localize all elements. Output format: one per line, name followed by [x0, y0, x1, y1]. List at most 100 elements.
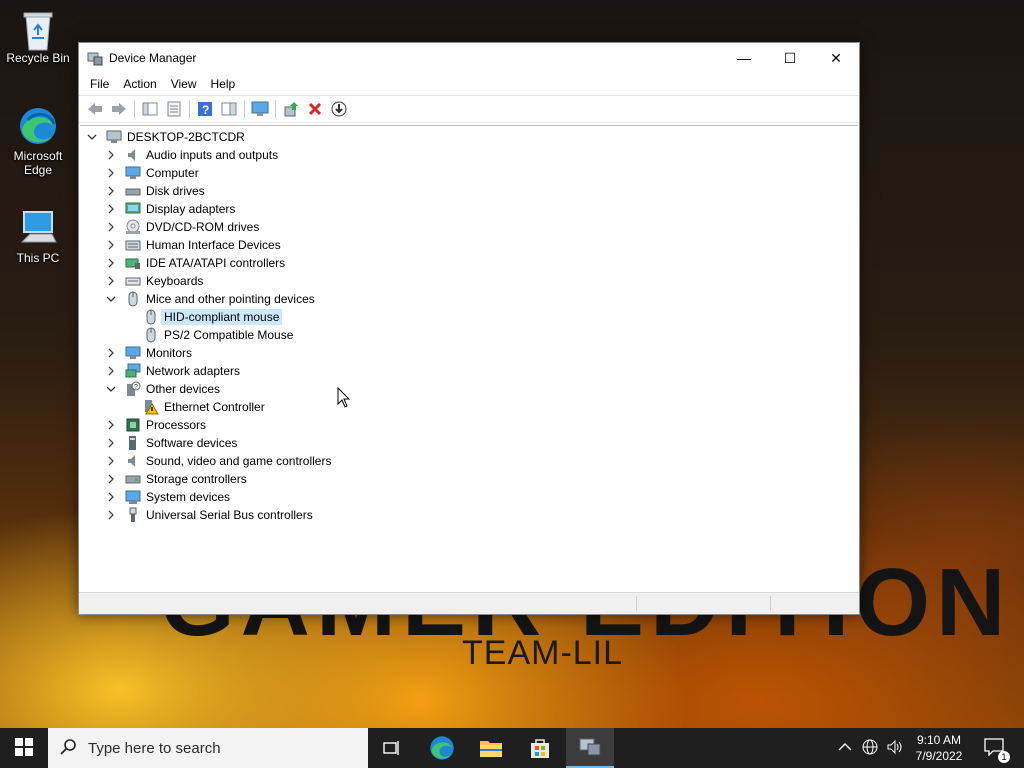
tree-item-sound[interactable]: Sound, video and game controllers [105, 452, 331, 470]
uninstall-icon[interactable] [305, 99, 325, 119]
keyboard-icon [125, 273, 141, 289]
edge-icon [18, 106, 58, 146]
device-manager-taskbar-button[interactable] [566, 728, 614, 768]
tree-item-hid[interactable]: Human Interface Devices [105, 236, 281, 254]
chevron-right-icon[interactable] [105, 347, 117, 359]
close-button[interactable]: ✕ [813, 43, 859, 73]
computer-icon [106, 129, 122, 145]
tree-item-label: Other devices [146, 382, 221, 396]
tree-item-storage-controllers[interactable]: Storage controllers [105, 470, 247, 488]
desktop-icon-this-pc[interactable]: This PC [0, 208, 76, 265]
recycle-bin-icon [18, 8, 58, 51]
monitor-icon [125, 165, 141, 181]
tree-item-network-adapters[interactable]: Network adapters [105, 362, 240, 380]
chevron-right-icon[interactable] [105, 239, 117, 251]
tree-root[interactable]: DESKTOP-2BCTCDR [86, 128, 245, 146]
chevron-right-icon[interactable] [105, 257, 117, 269]
tree-item-processors[interactable]: Processors [105, 416, 206, 434]
tree-child-hid-mouse[interactable]: HID-compliant mouse [143, 308, 283, 326]
mouse-cursor-icon [337, 386, 351, 409]
network-globe-icon[interactable] [862, 739, 878, 758]
chevron-right-icon[interactable] [105, 491, 117, 503]
taskbar-search-box[interactable]: Type here to search [48, 728, 368, 768]
chevron-right-icon[interactable] [105, 275, 117, 287]
tree-item-dvd-drives[interactable]: DVD/CD-ROM drives [105, 218, 259, 236]
device-tree[interactable]: DESKTOP-2BCTCDR Audio inputs and outputs… [80, 125, 858, 592]
tree-item-monitors[interactable]: Monitors [105, 344, 192, 362]
back-icon[interactable] [85, 99, 105, 119]
microsoft-store-icon[interactable] [516, 728, 564, 768]
chevron-right-icon[interactable] [105, 509, 117, 521]
status-divider [636, 596, 637, 611]
tree-item-keyboards[interactable]: Keyboards [105, 272, 203, 290]
chevron-right-icon[interactable] [105, 221, 117, 233]
desktop-icon-edge[interactable]: Microsoft Edge [0, 106, 76, 177]
tree-item-display-adapters[interactable]: Display adapters [105, 200, 235, 218]
this-pc-icon [18, 208, 58, 248]
desktop-icon-recycle-bin[interactable]: Recycle Bin [0, 8, 76, 65]
tree-item-system-devices[interactable]: System devices [105, 488, 230, 506]
menu-view[interactable]: View [164, 75, 204, 93]
chevron-right-icon[interactable] [105, 185, 117, 197]
desktop-icon-label: Recycle Bin [6, 51, 70, 65]
menu-action[interactable]: Action [116, 75, 163, 93]
menu-help[interactable]: Help [204, 75, 243, 93]
tree-item-other-devices[interactable]: ? Other devices [105, 380, 220, 398]
file-explorer-icon[interactable] [467, 728, 515, 768]
chevron-right-icon[interactable] [105, 167, 117, 179]
warning-device-icon [143, 399, 159, 415]
search-icon [60, 738, 78, 759]
desktop-icon-label: This PC [16, 251, 60, 265]
chevron-right-icon[interactable] [105, 419, 117, 431]
notification-center-button[interactable]: 1 [976, 728, 1012, 768]
chevron-right-icon[interactable] [105, 149, 117, 161]
tree-item-label: Network adapters [146, 364, 241, 378]
hid-icon [125, 237, 141, 253]
show-hide-console-tree-icon[interactable] [140, 99, 160, 119]
chevron-right-icon[interactable] [105, 203, 117, 215]
tree-item-ide[interactable]: IDE ATA/ATAPI controllers [105, 254, 285, 272]
taskbar-clock[interactable]: 9:10 AM 7/9/2022 [904, 732, 974, 764]
chevron-down-icon[interactable] [105, 383, 117, 395]
tree-item-usb-controllers[interactable]: Universal Serial Bus controllers [105, 506, 313, 524]
menu-file[interactable]: File [83, 75, 116, 93]
tree-item-computer[interactable]: Computer [105, 164, 199, 182]
toolbar: ? [79, 95, 859, 123]
chevron-down-icon[interactable] [105, 293, 117, 305]
toolbar-separator [275, 100, 276, 118]
tree-item-disk-drives[interactable]: Disk drives [105, 182, 205, 200]
title-bar[interactable]: Device Manager — ☐ ✕ [79, 43, 859, 73]
action-pane-icon[interactable] [219, 99, 239, 119]
start-button[interactable] [0, 728, 48, 768]
status-bar [79, 592, 859, 614]
tree-child-ethernet-controller[interactable]: Ethernet Controller [143, 398, 265, 416]
device-manager-window: Device Manager — ☐ ✕ File Action View He… [78, 42, 860, 615]
chevron-right-icon[interactable] [105, 455, 117, 467]
chevron-right-icon[interactable] [105, 437, 117, 449]
maximize-button[interactable]: ☐ [767, 43, 813, 73]
properties-icon[interactable] [164, 99, 184, 119]
task-view-icon[interactable] [368, 728, 416, 768]
update-driver-icon[interactable] [281, 99, 301, 119]
tree-item-label: Audio inputs and outputs [146, 148, 279, 162]
tree-item-label: Mice and other pointing devices [146, 292, 315, 306]
help-icon[interactable]: ? [195, 99, 215, 119]
edge-icon[interactable] [418, 728, 466, 768]
tree-item-label: Human Interface Devices [146, 238, 281, 252]
tree-child-ps2-mouse[interactable]: PS/2 Compatible Mouse [143, 326, 293, 344]
tree-item-mice[interactable]: Mice and other pointing devices [105, 290, 315, 308]
tree-item-software-devices[interactable]: Software devices [105, 434, 237, 452]
chevron-right-icon[interactable] [105, 473, 117, 485]
chevron-up-icon[interactable] [838, 741, 852, 755]
disable-device-icon[interactable] [329, 99, 349, 119]
notification-count-badge: 1 [998, 750, 1010, 763]
tree-item-label: Software devices [146, 436, 238, 450]
minimize-button[interactable]: — [721, 43, 767, 73]
forward-icon[interactable] [109, 99, 129, 119]
volume-icon[interactable] [886, 739, 904, 758]
chevron-right-icon[interactable] [105, 365, 117, 377]
chevron-down-icon[interactable] [86, 131, 98, 143]
scan-hardware-icon[interactable] [250, 99, 270, 119]
network-adapter-icon [125, 363, 141, 379]
tree-item-audio[interactable]: Audio inputs and outputs [105, 146, 278, 164]
